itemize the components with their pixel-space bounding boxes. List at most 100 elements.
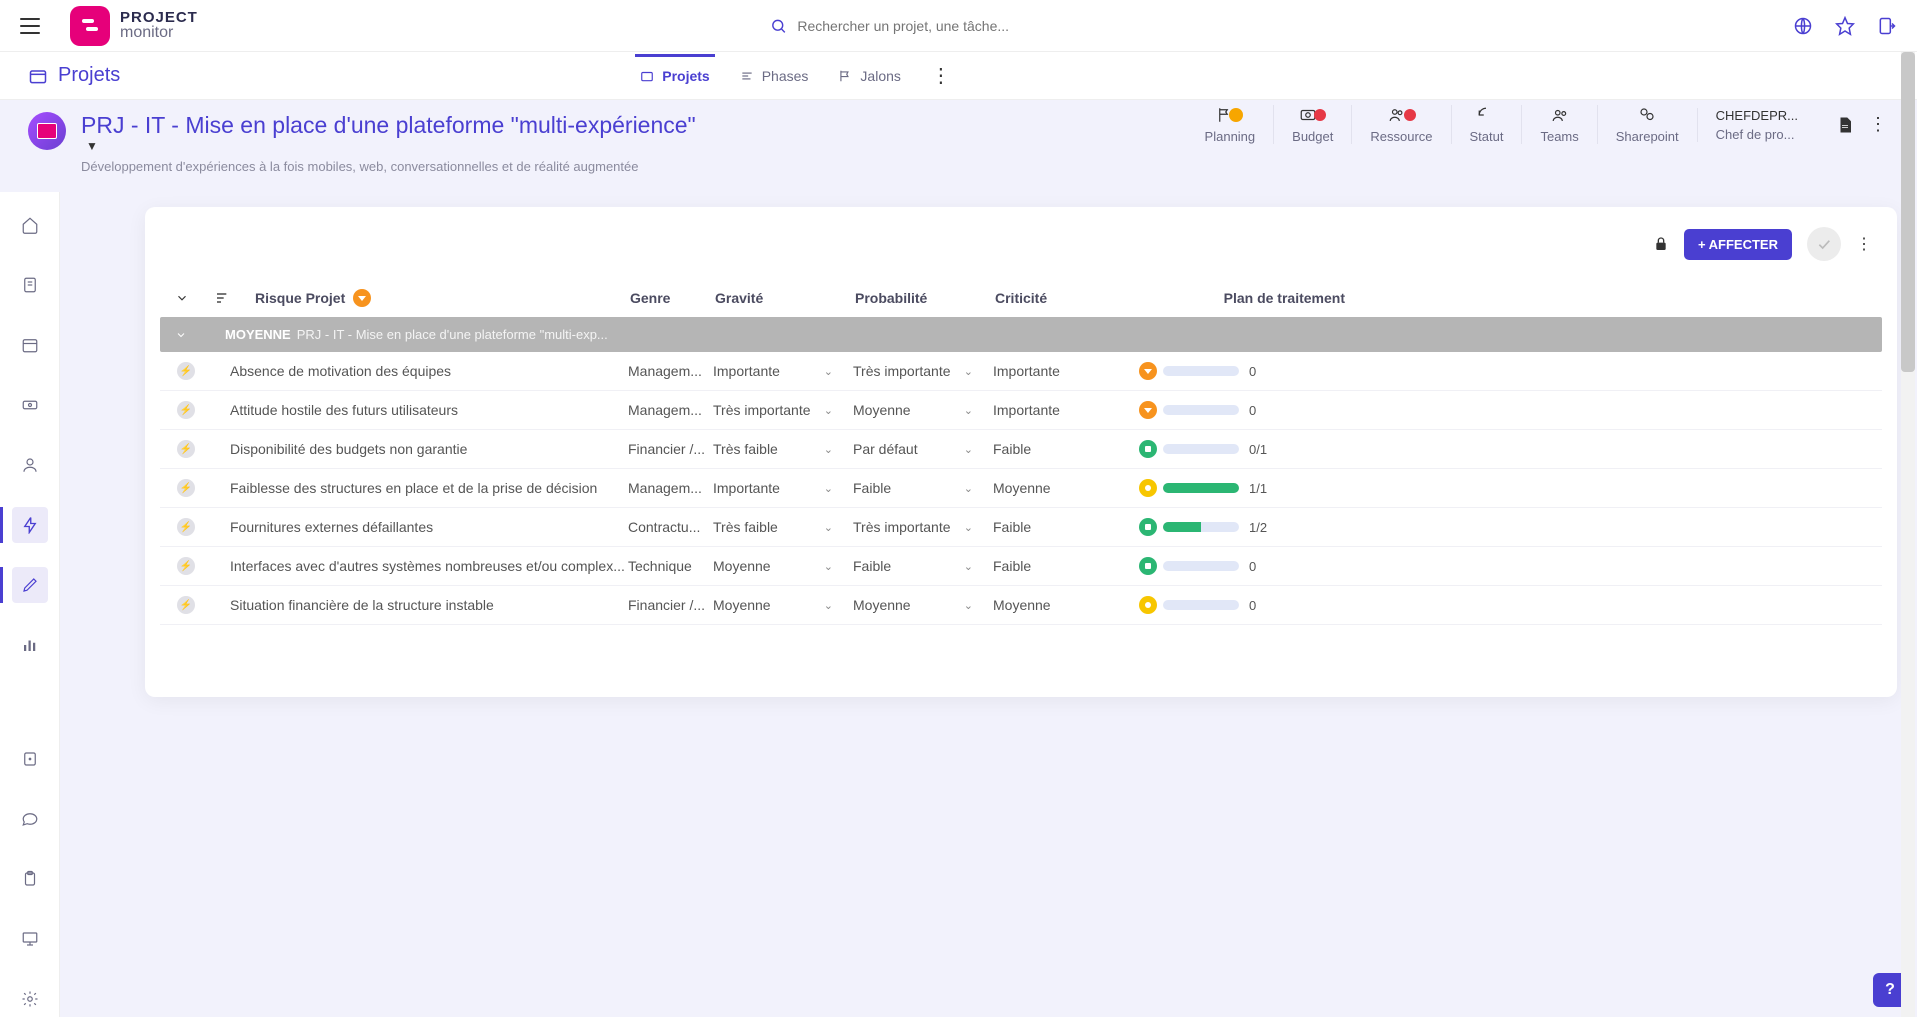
action-resource[interactable]: Ressource	[1351, 105, 1450, 144]
severity-select[interactable]: Moyenne⌄	[713, 597, 853, 613]
sidebar-note[interactable]	[12, 741, 48, 777]
criticality-badge	[1139, 362, 1157, 380]
table-row[interactable]: ⚡ Faiblesse des structures en place et d…	[160, 469, 1882, 508]
criticality-value: Faible	[993, 519, 1031, 535]
document-icon[interactable]	[1836, 115, 1854, 135]
criticality-value: Moyenne	[993, 480, 1051, 496]
plan-count: 1/2	[1249, 520, 1267, 535]
col-risk-label: Risque Projet	[255, 290, 345, 306]
risk-genre: Contractu...	[628, 519, 713, 535]
probability-select[interactable]: Moyenne⌄	[853, 402, 993, 418]
project-title: PRJ - IT - Mise en place d'une plateform…	[81, 112, 696, 138]
globe-icon[interactable]	[1793, 16, 1813, 36]
probability-select[interactable]: Faible⌄	[853, 558, 993, 574]
probability-select[interactable]: Moyenne⌄	[853, 597, 993, 613]
confirm-button[interactable]	[1807, 227, 1841, 261]
severity-select[interactable]: Importante⌄	[713, 363, 853, 379]
criticality-value: Faible	[993, 441, 1031, 457]
sort-button[interactable]	[215, 290, 255, 306]
action-planning[interactable]: Planning	[1187, 105, 1274, 144]
sidebar-present[interactable]	[12, 921, 48, 957]
sidebar-money[interactable]	[12, 387, 48, 423]
col-genre-label: Genre	[630, 290, 715, 306]
plan-progress-bar	[1163, 483, 1239, 493]
risk-genre: Managem...	[628, 363, 713, 379]
check-icon	[1816, 236, 1832, 252]
plan-count: 0/1	[1249, 442, 1267, 457]
action-manager[interactable]: CHEFDEPR... Chef de pro...	[1697, 108, 1816, 142]
probability-select[interactable]: Très importante⌄	[853, 363, 993, 379]
criticality-value: Importante	[993, 402, 1060, 418]
sidebar-doc[interactable]	[12, 267, 48, 303]
sidebar-settings[interactable]	[12, 981, 48, 1017]
sidebar-chat[interactable]	[12, 801, 48, 837]
risk-name: Attitude hostile des futurs utilisateurs	[230, 402, 628, 418]
sidebar-risk[interactable]	[12, 507, 48, 543]
sidebar-home[interactable]	[12, 207, 48, 243]
plan-progress-bar	[1163, 561, 1239, 571]
tab-phases[interactable]: Phases	[740, 56, 809, 96]
sidebar-analytics[interactable]	[12, 627, 48, 663]
phases-tab-icon	[740, 69, 754, 83]
action-status[interactable]: Statut	[1451, 105, 1522, 144]
sidebar-calendar[interactable]	[12, 327, 48, 363]
action-teams[interactable]: Teams	[1521, 105, 1596, 144]
vertical-scrollbar[interactable]	[1901, 52, 1915, 1017]
project-dropdown-toggle[interactable]: ▼	[86, 139, 696, 153]
star-icon[interactable]	[1835, 16, 1855, 36]
sidebar-clipboard[interactable]	[12, 861, 48, 897]
table-row[interactable]: ⚡ Absence de motivation des équipes Mana…	[160, 352, 1882, 391]
risk-genre: Technique	[628, 558, 713, 574]
panel-more-button[interactable]: ⋮	[1856, 234, 1872, 254]
tabs-row: Projets Projets Phases Jalons ⋮	[0, 52, 1917, 100]
projects-icon	[28, 66, 48, 86]
tab-projects[interactable]: Projets	[640, 56, 709, 96]
milestones-tab-icon	[838, 69, 852, 83]
project-header: PRJ - IT - Mise en place d'une plateform…	[0, 100, 1917, 184]
project-avatar	[28, 112, 66, 150]
group-row[interactable]: MOYENNE PRJ - IT - Mise en place d'une p…	[160, 317, 1882, 352]
expand-all-toggle[interactable]	[175, 291, 215, 305]
app-logo[interactable]: PROJECT monitor	[70, 6, 198, 46]
lock-icon[interactable]	[1653, 235, 1669, 253]
chevron-down-icon	[175, 329, 187, 341]
global-search[interactable]	[770, 17, 1220, 35]
risk-genre: Financier /...	[628, 441, 713, 457]
filter-badge-icon[interactable]	[353, 289, 371, 307]
severity-select[interactable]: Très faible⌄	[713, 519, 853, 535]
sidebar-edit[interactable]	[12, 567, 48, 603]
probability-select[interactable]: Très importante⌄	[853, 519, 993, 535]
table-row[interactable]: ⚡ Disponibilité des budgets non garantie…	[160, 430, 1882, 469]
action-sharepoint[interactable]: Sharepoint	[1597, 105, 1697, 144]
probability-select[interactable]: Faible⌄	[853, 480, 993, 496]
breadcrumb[interactable]: Projets	[28, 64, 120, 87]
logout-icon[interactable]	[1877, 16, 1897, 36]
action-budget[interactable]: Budget	[1273, 105, 1351, 144]
table-row[interactable]: ⚡ Fournitures externes défaillantes Cont…	[160, 508, 1882, 547]
assign-button[interactable]: + AFFECTER	[1684, 229, 1792, 260]
risk-name: Fournitures externes défaillantes	[230, 519, 628, 535]
table-row[interactable]: ⚡ Situation financière de la structure i…	[160, 586, 1882, 625]
probability-select[interactable]: Par défaut⌄	[853, 441, 993, 457]
header-more-button[interactable]: ⋮	[1869, 114, 1887, 135]
search-input[interactable]	[797, 18, 1220, 34]
table-row[interactable]: ⚡ Interfaces avec d'autres systèmes nomb…	[160, 547, 1882, 586]
tab-milestones[interactable]: Jalons	[838, 56, 900, 96]
severity-select[interactable]: Très importante⌄	[713, 402, 853, 418]
sidebar-user[interactable]	[12, 447, 48, 483]
logo-mark	[70, 6, 110, 46]
risk-bolt-icon: ⚡	[177, 596, 195, 614]
plan-count: 0	[1249, 364, 1256, 379]
risk-bolt-icon: ⚡	[177, 440, 195, 458]
table-row[interactable]: ⚡ Attitude hostile des futurs utilisateu…	[160, 391, 1882, 430]
col-criticality-label: Criticité	[995, 290, 1135, 306]
risk-panel: + AFFECTER ⋮ Risque Projet Genre Gravité…	[145, 207, 1897, 697]
severity-select[interactable]: Très faible⌄	[713, 441, 853, 457]
criticality-value: Faible	[993, 558, 1031, 574]
tabs-more-button[interactable]: ⋮	[931, 63, 951, 88]
risk-bolt-icon: ⚡	[177, 479, 195, 497]
severity-select[interactable]: Moyenne⌄	[713, 558, 853, 574]
severity-select[interactable]: Importante⌄	[713, 480, 853, 496]
menu-toggle-button[interactable]	[20, 18, 40, 34]
col-severity-label: Gravité	[715, 290, 855, 306]
